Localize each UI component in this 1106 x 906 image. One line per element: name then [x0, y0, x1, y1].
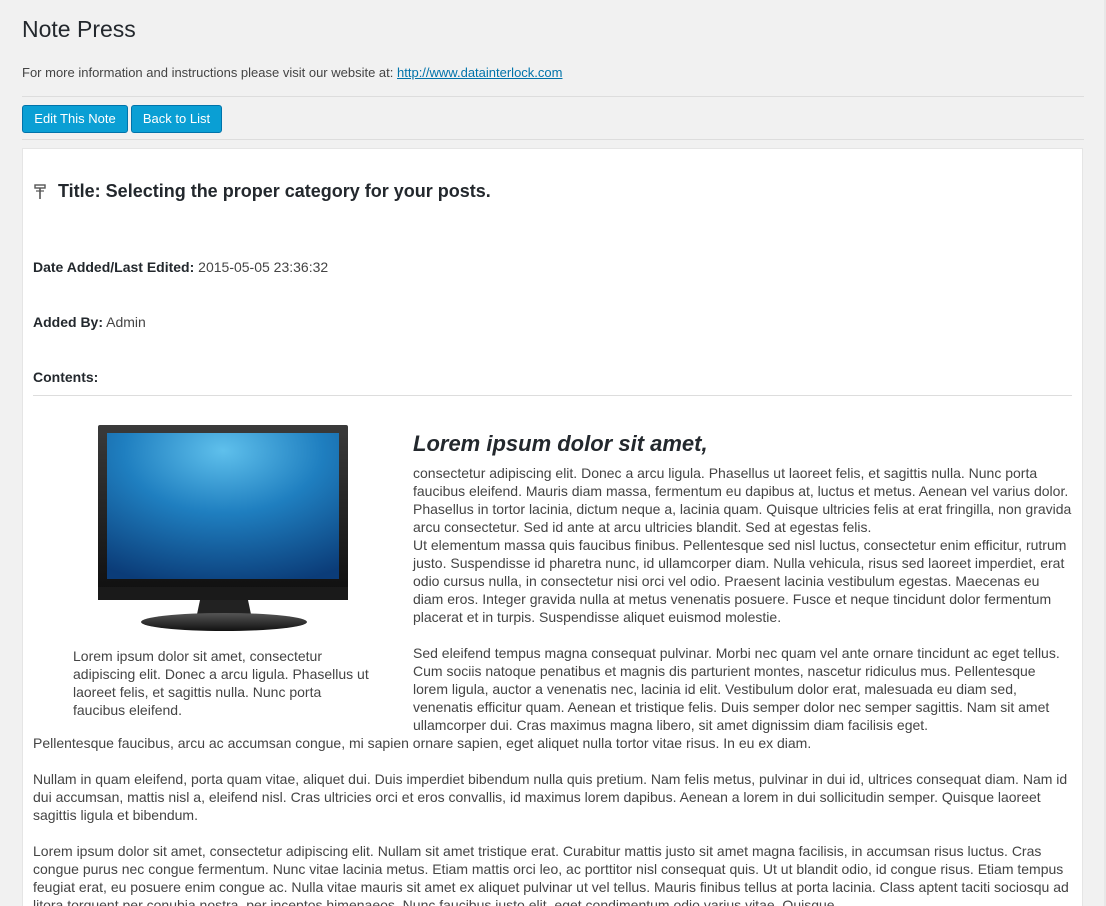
note-title: Title: Selecting the proper category for…: [58, 181, 491, 201]
note-title-row: Title: Selecting the proper category for…: [33, 181, 491, 202]
paragraph: consectetur adipiscing elit. Donec a arc…: [413, 464, 1073, 626]
page-title: Note Press: [22, 16, 136, 42]
back-to-list-button[interactable]: Back to List: [131, 105, 222, 133]
divider: [22, 139, 1084, 140]
added-by-row: Added By: Admin: [33, 314, 146, 330]
content-heading: Lorem ipsum dolor sit amet,: [413, 431, 708, 456]
added-by-value: Admin: [103, 314, 146, 330]
edit-note-button[interactable]: Edit This Note: [22, 105, 128, 133]
date-label: Date Added/Last Edited:: [33, 259, 195, 275]
info-text: For more information and instructions pl…: [22, 65, 398, 80]
added-by-label: Added By:: [33, 314, 103, 330]
image-caption: Lorem ipsum dolor sit amet, consectetur …: [73, 648, 369, 718]
pushpin-icon: [33, 183, 47, 200]
date-row: Date Added/Last Edited: 2015-05-05 23:36…: [33, 259, 328, 275]
paragraph: Pellentesque faucibus, arcu ac accumsan …: [33, 735, 812, 751]
paragraph-text: Ut elementum massa quis faucibus finibus…: [413, 537, 1067, 625]
divider: [22, 96, 1084, 97]
paragraph: Sed eleifend tempus magna consequat pulv…: [413, 645, 1060, 733]
contents-label: Contents:: [33, 369, 99, 385]
date-value: 2015-05-05 23:36:32: [194, 259, 329, 275]
monitor-icon: [96, 423, 352, 640]
contents-row: Contents:: [33, 369, 98, 385]
paragraph-text: consectetur adipiscing elit. Donec a arc…: [413, 465, 1072, 535]
divider: [33, 395, 1072, 396]
app-window: Note Press For more information and inst…: [0, 0, 1106, 906]
paragraph: Nullam in quam eleifend, porta quam vita…: [33, 771, 1068, 823]
info-line: For more information and instructions pl…: [22, 65, 562, 80]
website-link[interactable]: http://www.datainterlock.com: [397, 65, 562, 80]
paragraph: Lorem ipsum dolor sit amet, consectetur …: [33, 843, 1069, 906]
